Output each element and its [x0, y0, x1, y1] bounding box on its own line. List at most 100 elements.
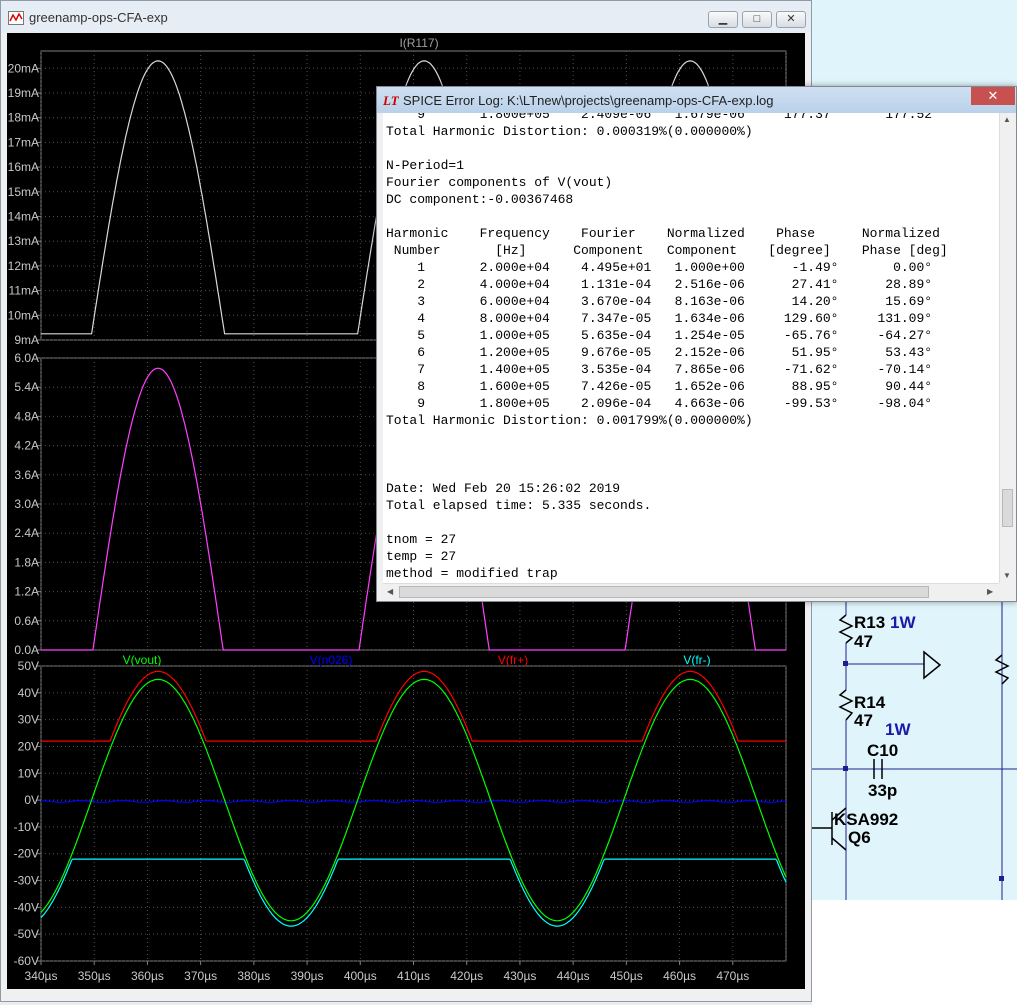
log-line: Total Harmonic Distortion: 0.001799%(0.0…: [386, 413, 753, 428]
x-tick-label: 420µs: [450, 969, 483, 983]
log-vertical-scrollbar[interactable]: ▲ ▼: [999, 113, 1015, 583]
log-line: tnom = 27: [386, 532, 457, 547]
scroll-down-arrow-icon[interactable]: ▼: [1003, 571, 1011, 580]
schematic-label-c10-value: 33p: [868, 781, 897, 800]
log-line: Date: Wed Feb 20 15:26:02 2019: [386, 481, 621, 496]
x-tick-label: 440µs: [557, 969, 590, 983]
trace-label: V(fr+): [498, 653, 528, 667]
log-line: N-Period=1: [386, 158, 465, 173]
x-tick-label: 450µs: [610, 969, 643, 983]
y-tick-label: 3.0A: [14, 497, 39, 511]
y-tick-label: 0.0A: [14, 643, 39, 657]
trace-label: V(n026): [310, 653, 353, 667]
log-line: Total elapsed time: 5.335 seconds.: [386, 498, 652, 513]
log-line: Number [Hz] Component Component [degree]…: [393, 243, 948, 258]
x-tick-label: 360µs: [131, 969, 164, 983]
y-tick-label: 30V: [18, 713, 39, 727]
close-button[interactable]: ✕: [776, 11, 806, 28]
log-line: 5 1.000e+05 5.635e-04 1.254e-05 -65.76° …: [417, 328, 933, 343]
log-line: 3 6.000e+04 3.670e-04 8.163e-06 14.20° 1…: [417, 294, 933, 309]
x-tick-label: 370µs: [184, 969, 217, 983]
y-tick-label: 0.6A: [14, 614, 39, 628]
y-tick-label: -60V: [14, 954, 39, 968]
y-tick-label: 20mA: [8, 61, 39, 75]
log-line: method = modified trap: [386, 566, 558, 581]
y-tick-label: -50V: [14, 927, 39, 941]
waveform-window-title: greenamp-ops-CFA-exp: [29, 10, 168, 25]
log-line: 8 1.600e+05 7.426e-05 1.652e-06 88.95° 9…: [417, 379, 933, 394]
y-tick-label: 9mA: [14, 333, 39, 347]
ground-symbol: [923, 650, 942, 680]
y-tick-label: 1.2A: [14, 585, 39, 599]
y-tick-label: -30V: [14, 874, 39, 888]
y-tick-label: -10V: [14, 820, 39, 834]
log-vertical-scroll-thumb[interactable]: [1002, 489, 1013, 527]
log-close-button[interactable]: ✕: [971, 87, 1015, 105]
trace-label: V(fr-): [683, 653, 710, 667]
schematic-label-r14-value: 47: [854, 711, 873, 730]
x-tick-label: 390µs: [291, 969, 324, 983]
x-tick-label: 380µs: [237, 969, 270, 983]
y-tick-label: 4.2A: [14, 439, 39, 453]
trace-v-n026: [41, 800, 787, 803]
plot-title: I(R117): [399, 36, 438, 50]
spice-error-log-window[interactable]: LT SPICE Error Log: K:\LTnew\projects\gr…: [376, 86, 1017, 602]
y-tick-label: 5.4A: [14, 380, 39, 394]
scroll-left-arrow-icon[interactable]: ◀: [387, 587, 393, 596]
schematic-label-r14-watt: 1W: [885, 720, 911, 739]
svg-text:LT: LT: [383, 93, 399, 107]
resistor-r13[interactable]: [838, 614, 854, 644]
x-tick-label: 340µs: [25, 969, 58, 983]
y-tick-label: 19mA: [8, 86, 39, 100]
x-tick-label: 410µs: [397, 969, 430, 983]
log-line: 4 8.000e+04 7.347e-05 1.634e-06 129.60° …: [417, 311, 933, 326]
y-tick-label: 10V: [18, 766, 39, 780]
schematic-label-r13-value: 47: [854, 632, 873, 651]
ltspice-logo-icon: LT: [383, 93, 399, 107]
log-title-bar[interactable]: LT SPICE Error Log: K:\LTnew\projects\gr…: [377, 87, 1016, 113]
y-tick-label: 20V: [18, 739, 39, 753]
y-tick-label: 2.4A: [14, 526, 39, 540]
waveform-title-bar[interactable]: greenamp-ops-CFA-exp ▁ □ ✕: [1, 1, 811, 33]
waveform-app-icon: [8, 11, 24, 25]
y-tick-label: -40V: [14, 900, 39, 914]
log-horizontal-scrollbar[interactable]: ◀ ▶: [383, 583, 999, 600]
x-tick-label: 350µs: [78, 969, 111, 983]
log-line: Harmonic Frequency Fourier Normalized Ph…: [386, 226, 940, 241]
y-tick-label: 6.0A: [14, 351, 39, 365]
y-tick-label: 40V: [18, 686, 39, 700]
schematic-label-r13-watt: 1W: [890, 613, 916, 632]
x-tick-label: 430µs: [503, 969, 536, 983]
schematic-label-q6-part: KSA992: [834, 810, 898, 829]
log-line: 2 4.000e+04 1.131e-04 2.516e-06 27.41° 2…: [417, 277, 933, 292]
y-tick-label: 11mA: [9, 284, 39, 298]
y-tick-label: -20V: [14, 847, 39, 861]
y-tick-label: 4.8A: [14, 409, 39, 423]
log-line: 1 2.000e+04 4.495e+01 1.000e+00 -1.49° 0…: [417, 260, 933, 275]
resistor-r14[interactable]: [838, 689, 854, 721]
y-tick-label: 10mA: [8, 308, 39, 322]
log-line: 7 1.400e+05 3.535e-04 7.865e-06 -71.62° …: [417, 362, 933, 377]
log-line: 9 1.800e+05 2.409e-06 1.679e-06 177.37 1…: [417, 113, 933, 122]
y-tick-label: 50V: [18, 659, 39, 673]
log-line: 9 1.800e+05 2.096e-04 4.663e-06 -99.53° …: [417, 396, 933, 411]
y-tick-label: 18mA: [8, 111, 39, 125]
log-horizontal-scroll-thumb[interactable]: [399, 586, 929, 598]
maximize-button[interactable]: □: [742, 11, 772, 28]
y-tick-label: 13mA: [8, 234, 39, 248]
log-line: temp = 27: [386, 549, 457, 564]
y-tick-label: 0V: [24, 793, 39, 807]
log-line: DC component:-0.00367468: [386, 192, 574, 207]
scroll-right-arrow-icon[interactable]: ▶: [987, 587, 993, 596]
log-window-title: SPICE Error Log: K:\LTnew\projects\green…: [403, 93, 774, 108]
y-tick-label: 16mA: [8, 160, 39, 174]
log-line: 6 1.200e+05 9.676e-05 2.152e-06 51.95° 5…: [417, 345, 933, 360]
log-text-area[interactable]: 9 1.800e+05 2.409e-06 1.679e-06 177.37 1…: [383, 113, 999, 583]
log-content: 9 1.800e+05 2.409e-06 1.679e-06 177.37 1…: [386, 113, 948, 582]
y-tick-label: 12mA: [8, 259, 39, 273]
y-tick-label: 15mA: [8, 185, 39, 199]
minimize-button[interactable]: ▁: [708, 11, 738, 28]
scroll-up-arrow-icon[interactable]: ▲: [1003, 115, 1011, 124]
schematic-blank-area: [812, 900, 1017, 1005]
schematic-label-c10: C10: [867, 741, 898, 760]
